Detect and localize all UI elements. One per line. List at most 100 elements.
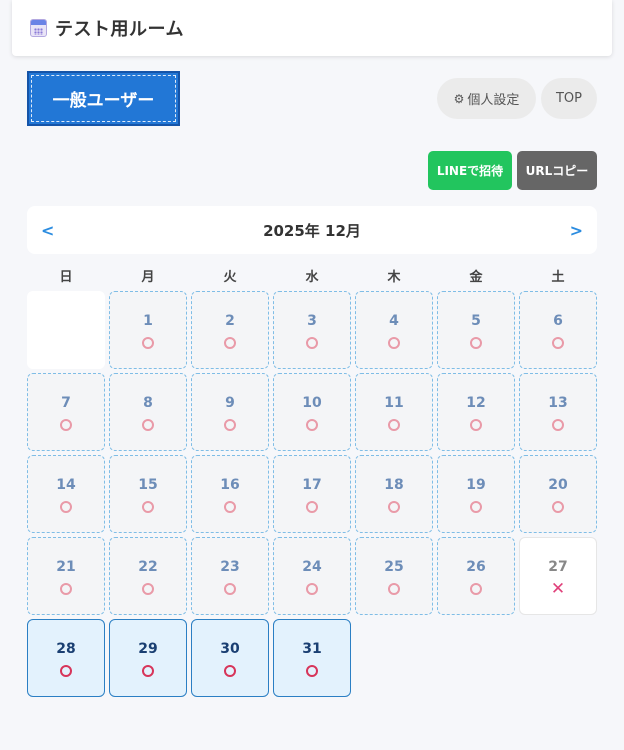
weekday-header: 日 月 火 水 木 金 土 [27, 266, 597, 286]
circle-icon [306, 665, 318, 677]
availability-mark [142, 500, 154, 514]
calendar-day-cell[interactable]: 25 [355, 537, 433, 615]
circle-icon [142, 665, 154, 677]
line-invite-button[interactable]: LINEで招待 [428, 151, 512, 190]
availability-mark [306, 336, 318, 350]
calendar-day-cell[interactable]: 24 [273, 537, 351, 615]
availability-mark [224, 582, 236, 596]
circle-icon [60, 583, 72, 595]
url-copy-button[interactable]: URLコピー [517, 151, 597, 190]
calendar-day-cell[interactable]: 21 [27, 537, 105, 615]
calendar-day-cell[interactable]: 3 [273, 291, 351, 369]
calendar-day-cell[interactable]: 2 [191, 291, 269, 369]
circle-icon [306, 501, 318, 513]
calendar-day-cell[interactable]: 29 [109, 619, 187, 697]
availability-mark [470, 500, 482, 514]
availability-mark [306, 582, 318, 596]
day-number: 13 [548, 395, 568, 411]
day-number: 19 [466, 477, 486, 493]
day-number: 24 [302, 559, 322, 575]
day-number: 14 [56, 477, 76, 493]
day-number: 27 [548, 559, 568, 575]
calendar-day-cell[interactable]: 26 [437, 537, 515, 615]
day-number: 2 [225, 313, 235, 329]
calendar-day-cell[interactable]: 14 [27, 455, 105, 533]
day-number: 16 [220, 477, 240, 493]
day-number: 11 [384, 395, 404, 411]
circle-icon [224, 501, 236, 513]
availability-mark [306, 664, 318, 678]
availability-mark [388, 582, 400, 596]
calendar-day-cell[interactable]: 17 [273, 455, 351, 533]
availability-mark [142, 418, 154, 432]
calendar-day-cell[interactable]: 10 [273, 373, 351, 451]
calendar-day-cell[interactable]: 19 [437, 455, 515, 533]
calendar-day-cell[interactable]: 6 [519, 291, 597, 369]
circle-icon [388, 583, 400, 595]
day-number: 25 [384, 559, 404, 575]
day-number: 1 [143, 313, 153, 329]
calendar-day-cell[interactable]: 5 [437, 291, 515, 369]
availability-mark [552, 336, 564, 350]
room-title: テスト用ルーム [55, 19, 184, 40]
calendar-day-cell[interactable]: 13 [519, 373, 597, 451]
calendar-day-cell[interactable]: 22 [109, 537, 187, 615]
availability-mark [60, 664, 72, 678]
day-number: 4 [389, 313, 399, 329]
month-navigation: < 2025年 12月 > [27, 206, 597, 254]
calendar-day-cell[interactable]: 7 [27, 373, 105, 451]
circle-icon [306, 337, 318, 349]
weekday-wed: 水 [305, 270, 319, 285]
calendar-day-cell[interactable]: 11 [355, 373, 433, 451]
availability-mark [306, 500, 318, 514]
calendar-day-cell[interactable]: 18 [355, 455, 433, 533]
next-month-button[interactable]: > [566, 221, 587, 240]
day-number: 7 [61, 395, 71, 411]
top-button[interactable]: TOP [541, 78, 597, 119]
top-button-label: TOP [555, 91, 582, 106]
app-header: テスト用ルーム [12, 0, 612, 56]
weekday-thu: 木 [387, 270, 401, 285]
circle-icon [470, 501, 482, 513]
calendar-day-cell: 27 ✕ [519, 537, 597, 615]
circle-icon [552, 337, 564, 349]
availability-mark [470, 418, 482, 432]
day-number: 21 [56, 559, 76, 575]
availability-mark [60, 500, 72, 514]
prev-month-button[interactable]: < [37, 221, 58, 240]
circle-icon [470, 419, 482, 431]
circle-icon [552, 419, 564, 431]
circle-icon [224, 665, 236, 677]
calendar-day-cell[interactable]: 9 [191, 373, 269, 451]
circle-icon [470, 583, 482, 595]
calendar-day-cell[interactable]: 16 [191, 455, 269, 533]
calendar-day-cell[interactable]: 15 [109, 455, 187, 533]
day-number: 12 [466, 395, 486, 411]
calendar-day-cell[interactable]: 31 [273, 619, 351, 697]
day-number: 10 [302, 395, 322, 411]
calendar-day-cell[interactable]: 12 [437, 373, 515, 451]
calendar-grid: 1 2 3 4 5 6 7 8 9 10 11 12 13 14 15 16 17 18 19 20 21 22 23 24 2… [27, 291, 597, 697]
weekday-tue: 火 [223, 270, 237, 285]
day-number: 28 [56, 641, 76, 657]
day-number: 15 [138, 477, 158, 493]
availability-mark [60, 418, 72, 432]
calendar-day-cell[interactable]: 23 [191, 537, 269, 615]
calendar-day-cell[interactable]: 30 [191, 619, 269, 697]
availability-mark [224, 336, 236, 350]
availability-mark [142, 664, 154, 678]
circle-icon [142, 501, 154, 513]
availability-mark [552, 418, 564, 432]
calendar-day-cell[interactable]: 20 [519, 455, 597, 533]
weekday-mon: 月 [141, 270, 155, 285]
day-number: 29 [138, 641, 158, 657]
calendar-day-cell[interactable]: 4 [355, 291, 433, 369]
calendar-day-cell[interactable]: 8 [109, 373, 187, 451]
personal-settings-button[interactable]: ⚙ 個人設定 [437, 78, 536, 119]
user-role-label: 一般ユーザー [52, 91, 155, 111]
calendar-day-cell[interactable]: 1 [109, 291, 187, 369]
calendar-day-cell[interactable]: 28 [27, 619, 105, 697]
day-number: 23 [220, 559, 240, 575]
line-invite-label: LINEで招待 [436, 164, 504, 178]
circle-icon [552, 501, 564, 513]
